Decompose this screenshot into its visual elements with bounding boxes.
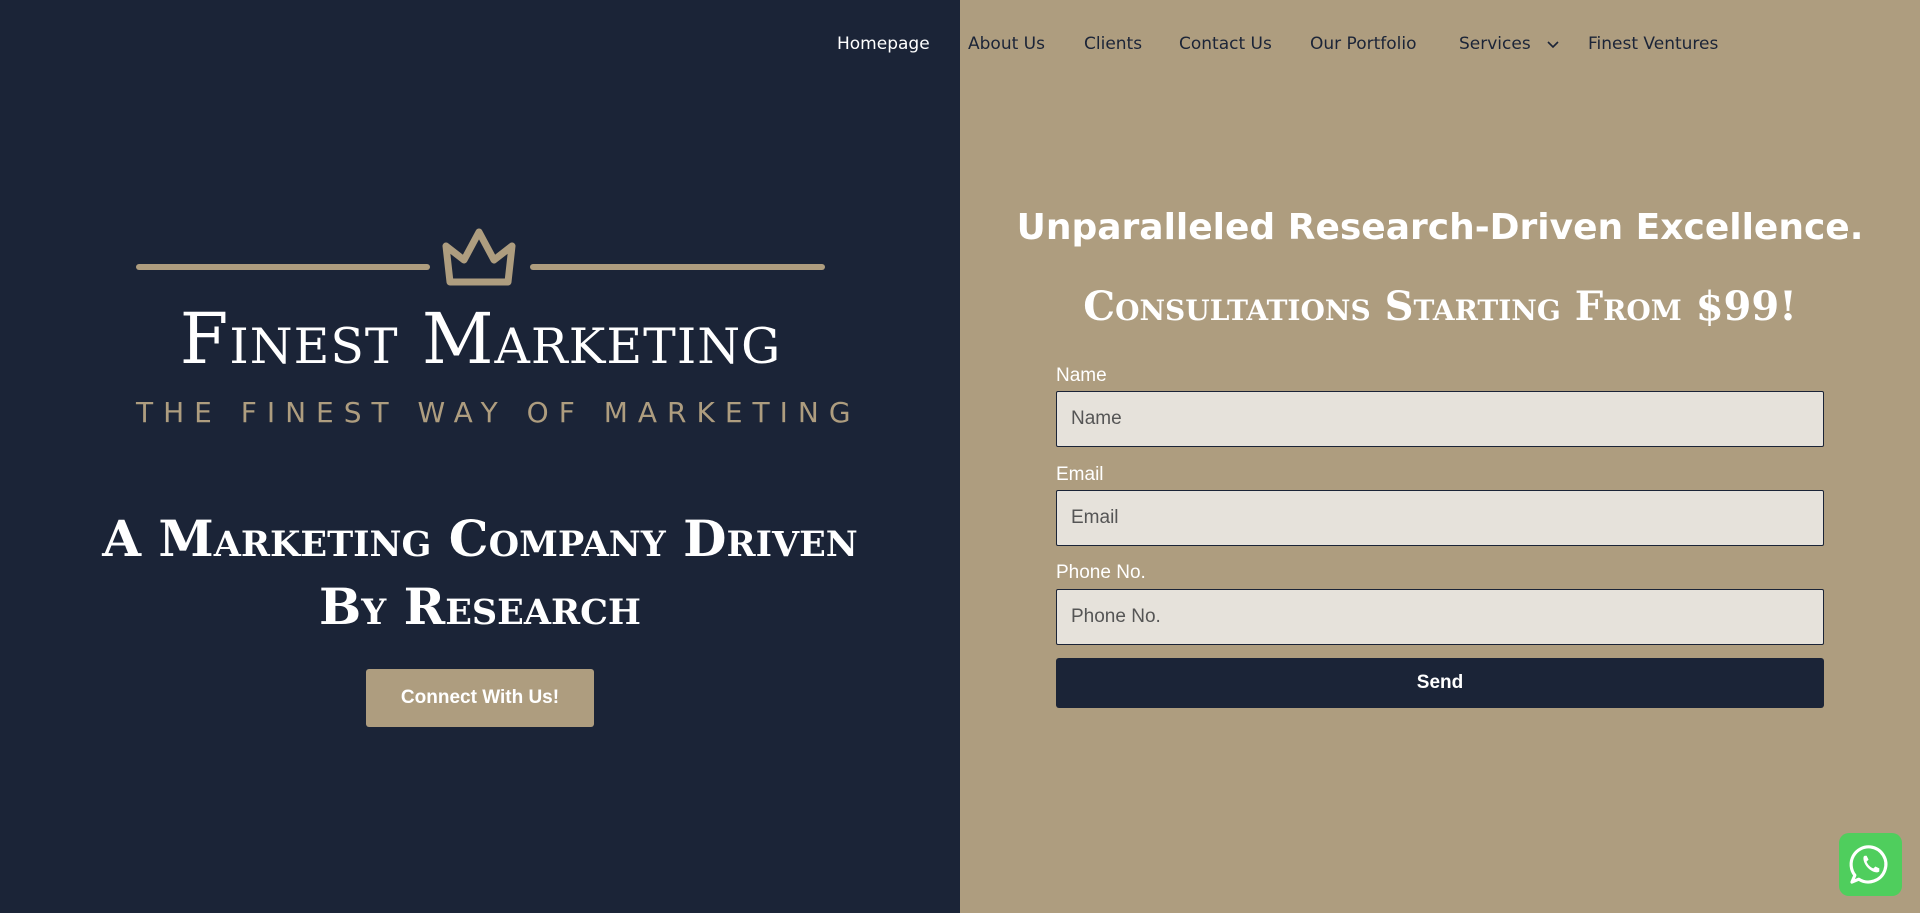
name-label: Name — [1056, 365, 1107, 386]
whatsapp-icon — [1849, 845, 1888, 884]
nav-finest-ventures[interactable]: Finest Ventures — [1588, 34, 1718, 54]
logo-left-rule — [136, 264, 430, 270]
send-button[interactable]: Send — [1056, 658, 1824, 708]
logo-right-rule — [530, 264, 825, 270]
chevron-down-icon — [1547, 41, 1559, 49]
nav-our-portfolio[interactable]: Our Portfolio — [1310, 34, 1416, 54]
logo-title: Finest Marketing — [179, 298, 782, 380]
hero-heading-line1: A Marketing Company Driven — [102, 509, 858, 568]
email-input[interactable] — [1056, 490, 1824, 546]
hero-heading-line2: By Research — [318, 577, 641, 636]
form-heading: Unparalleled Research-Driven Excellence. — [1016, 207, 1864, 248]
brand-logo: Finest Marketing THE FINEST WAY OF MARKE… — [136, 226, 861, 436]
nav-contact-us[interactable]: Contact Us — [1179, 34, 1272, 54]
connect-button[interactable]: Connect With Us! — [366, 669, 594, 727]
right-panel — [960, 0, 1920, 913]
left-panel — [0, 0, 960, 913]
crown-icon — [442, 228, 516, 286]
main-nav: Homepage About Us Clients Contact Us Our… — [0, 0, 1920, 90]
nav-clients[interactable]: Clients — [1084, 34, 1142, 54]
nav-about-us[interactable]: About Us — [968, 34, 1045, 54]
phone-input[interactable] — [1056, 589, 1824, 645]
nav-services[interactable]: Services — [1459, 34, 1560, 54]
hero-heading: A Marketing Company Driven By Research — [40, 505, 920, 641]
whatsapp-chat-button[interactable] — [1839, 833, 1902, 896]
phone-label: Phone No. — [1056, 562, 1146, 583]
nav-services-label: Services — [1459, 34, 1531, 54]
email-label: Email — [1056, 464, 1104, 485]
logo-tagline: THE FINEST WAY OF MARKETING — [136, 396, 861, 429]
name-input[interactable] — [1056, 391, 1824, 447]
form-subheading: Consultations Starting From $99! — [1083, 283, 1797, 330]
nav-homepage[interactable]: Homepage — [837, 34, 930, 54]
